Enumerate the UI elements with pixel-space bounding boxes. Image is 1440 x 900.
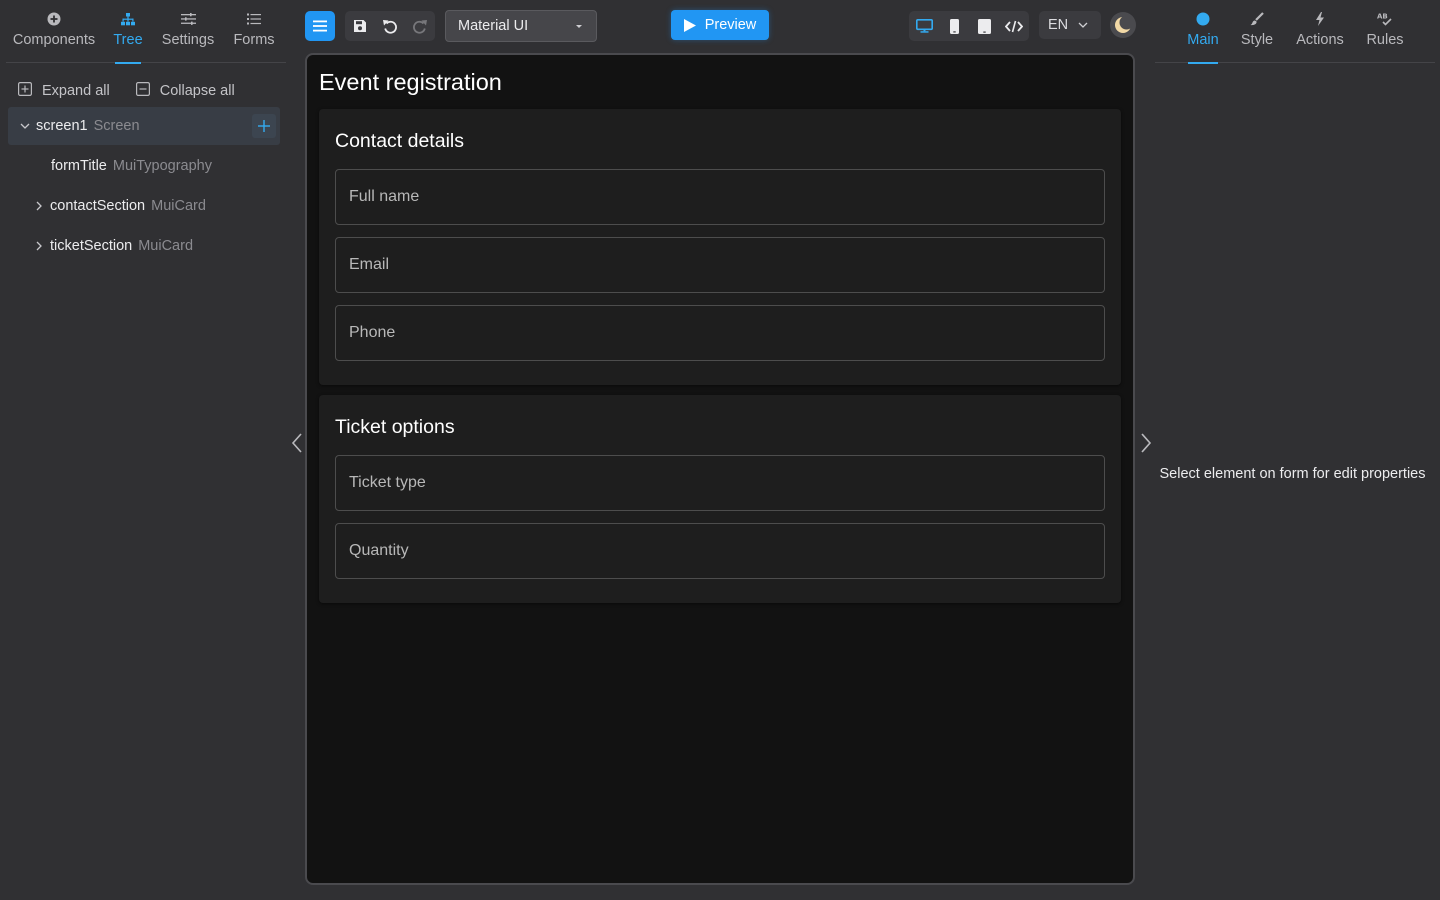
left-tab-bar: Components Tree Settings Forms bbox=[6, 0, 286, 64]
tab-actions-label: Actions bbox=[1296, 32, 1344, 48]
code-icon bbox=[1005, 20, 1023, 32]
hamburger-icon bbox=[313, 20, 327, 32]
tree-node-name: contactSection bbox=[50, 198, 146, 214]
preview-button[interactable]: Preview bbox=[671, 10, 769, 40]
properties-empty-message: Select element on form for edit properti… bbox=[1159, 466, 1426, 482]
mobile-view-button[interactable] bbox=[939, 11, 969, 41]
undo-button[interactable] bbox=[375, 11, 405, 41]
tree-node-name: screen1 bbox=[36, 118, 88, 134]
collapse-right-panel-button[interactable] bbox=[1139, 432, 1153, 454]
chevron-down-icon bbox=[1078, 22, 1088, 28]
collapse-square-icon bbox=[135, 82, 150, 100]
dot-icon bbox=[1196, 12, 1210, 26]
chevron-right-icon[interactable] bbox=[32, 201, 46, 211]
plus-circle-icon bbox=[47, 12, 61, 26]
tablet-icon bbox=[977, 18, 991, 34]
plus-icon bbox=[258, 120, 270, 132]
contact-section-card[interactable]: Contact details Full name Email Phone bbox=[319, 109, 1121, 385]
tab-active-indicator bbox=[115, 62, 141, 64]
tree-actions: Expand all Collapse all bbox=[18, 82, 235, 100]
email-field[interactable]: Email bbox=[335, 237, 1105, 293]
menu-button[interactable] bbox=[305, 11, 335, 41]
tab-components[interactable]: Components bbox=[12, 0, 96, 63]
contact-section-title: Contact details bbox=[335, 130, 464, 152]
tab-rules-label: Rules bbox=[1366, 32, 1404, 48]
tab-forms[interactable]: Forms bbox=[232, 0, 276, 63]
moon-icon bbox=[1115, 16, 1132, 33]
theme-toggle-button[interactable] bbox=[1110, 12, 1136, 38]
ticket-section-title: Ticket options bbox=[335, 416, 455, 438]
tree-node-name: ticketSection bbox=[50, 238, 133, 254]
desktop-view-button[interactable] bbox=[909, 11, 939, 41]
tab-main[interactable]: Main bbox=[1185, 0, 1221, 64]
tab-components-label: Components bbox=[12, 32, 96, 48]
spellcheck-icon: AB bbox=[1377, 12, 1393, 26]
tree-node-formtitle[interactable]: formTitle MuiTypography bbox=[8, 147, 280, 185]
form-title: Event registration bbox=[319, 69, 502, 95]
save-button[interactable] bbox=[345, 11, 375, 41]
sliders-icon bbox=[180, 12, 196, 26]
brush-icon bbox=[1250, 12, 1264, 26]
chevron-right-icon[interactable] bbox=[32, 241, 46, 251]
tree-node-type: Screen bbox=[93, 118, 140, 134]
chevron-down-icon[interactable] bbox=[18, 123, 32, 129]
caret-down-icon bbox=[576, 25, 582, 28]
phone-field[interactable]: Phone bbox=[335, 305, 1105, 361]
tab-forms-label: Forms bbox=[233, 32, 275, 48]
right-tab-bar: Main Style Actions AB Rules bbox=[1155, 0, 1435, 64]
redo-icon bbox=[413, 19, 427, 34]
tab-main-label: Main bbox=[1187, 32, 1219, 48]
collapse-left-panel-button[interactable] bbox=[290, 432, 304, 454]
desktop-icon bbox=[915, 19, 933, 33]
bolt-icon bbox=[1315, 12, 1325, 26]
tab-actions[interactable]: Actions bbox=[1295, 0, 1345, 63]
redo-button[interactable] bbox=[405, 11, 435, 41]
save-icon bbox=[354, 20, 366, 32]
expand-all-label: Expand all bbox=[42, 83, 110, 99]
hierarchy-icon bbox=[121, 12, 135, 26]
tab-style[interactable]: Style bbox=[1239, 0, 1275, 63]
ui-library-select[interactable]: Material UI bbox=[445, 10, 597, 42]
tree-node-screen1[interactable]: screen1 Screen bbox=[8, 107, 280, 145]
add-child-button[interactable] bbox=[252, 114, 276, 138]
tab-rules[interactable]: AB Rules bbox=[1365, 0, 1405, 63]
collapse-all-label: Collapse all bbox=[159, 83, 235, 99]
expand-all-button[interactable]: Expand all bbox=[18, 82, 110, 100]
form-canvas[interactable]: Event registration Contact details Full … bbox=[305, 53, 1135, 885]
chevron-left-icon bbox=[291, 433, 302, 453]
undo-icon bbox=[383, 19, 397, 34]
expand-square-icon bbox=[18, 82, 33, 100]
preview-label: Preview bbox=[704, 17, 757, 33]
tablet-view-button[interactable] bbox=[969, 11, 999, 41]
tree-node-type: MuiCard bbox=[151, 198, 206, 214]
tab-style-label: Style bbox=[1240, 32, 1274, 48]
tab-tree[interactable]: Tree bbox=[110, 0, 146, 64]
tree-node-type: MuiCard bbox=[138, 238, 194, 254]
play-icon bbox=[683, 18, 696, 32]
list-icon bbox=[247, 12, 261, 26]
tab-settings-label: Settings bbox=[161, 32, 215, 48]
ui-library-select-value: Material UI bbox=[458, 18, 529, 34]
tree-node-type: MuiTypography bbox=[112, 158, 212, 174]
tab-tree-label: Tree bbox=[113, 32, 143, 48]
tree-node-ticketsection[interactable]: ticketSection MuiCard bbox=[8, 227, 280, 265]
tab-active-indicator bbox=[1188, 62, 1218, 64]
full-name-field[interactable]: Full name bbox=[335, 169, 1105, 225]
language-select-value: EN bbox=[1048, 17, 1069, 33]
language-select[interactable]: EN bbox=[1039, 11, 1101, 39]
svg-text:AB: AB bbox=[1377, 13, 1388, 21]
ticket-type-field[interactable]: Ticket type bbox=[335, 455, 1105, 511]
tree-node-name: formTitle bbox=[51, 158, 107, 174]
collapse-all-button[interactable]: Collapse all bbox=[135, 82, 235, 100]
chevron-right-icon bbox=[1141, 433, 1152, 453]
code-view-button[interactable] bbox=[999, 11, 1029, 41]
mobile-icon bbox=[949, 18, 959, 34]
ticket-section-card[interactable]: Ticket options Ticket type Quantity bbox=[319, 395, 1121, 603]
tree-node-contactsection[interactable]: contactSection MuiCard bbox=[8, 187, 280, 225]
quantity-field[interactable]: Quantity bbox=[335, 523, 1105, 579]
tab-settings[interactable]: Settings bbox=[162, 0, 214, 63]
left-panel: Components Tree Settings Forms Expand al… bbox=[0, 0, 290, 900]
